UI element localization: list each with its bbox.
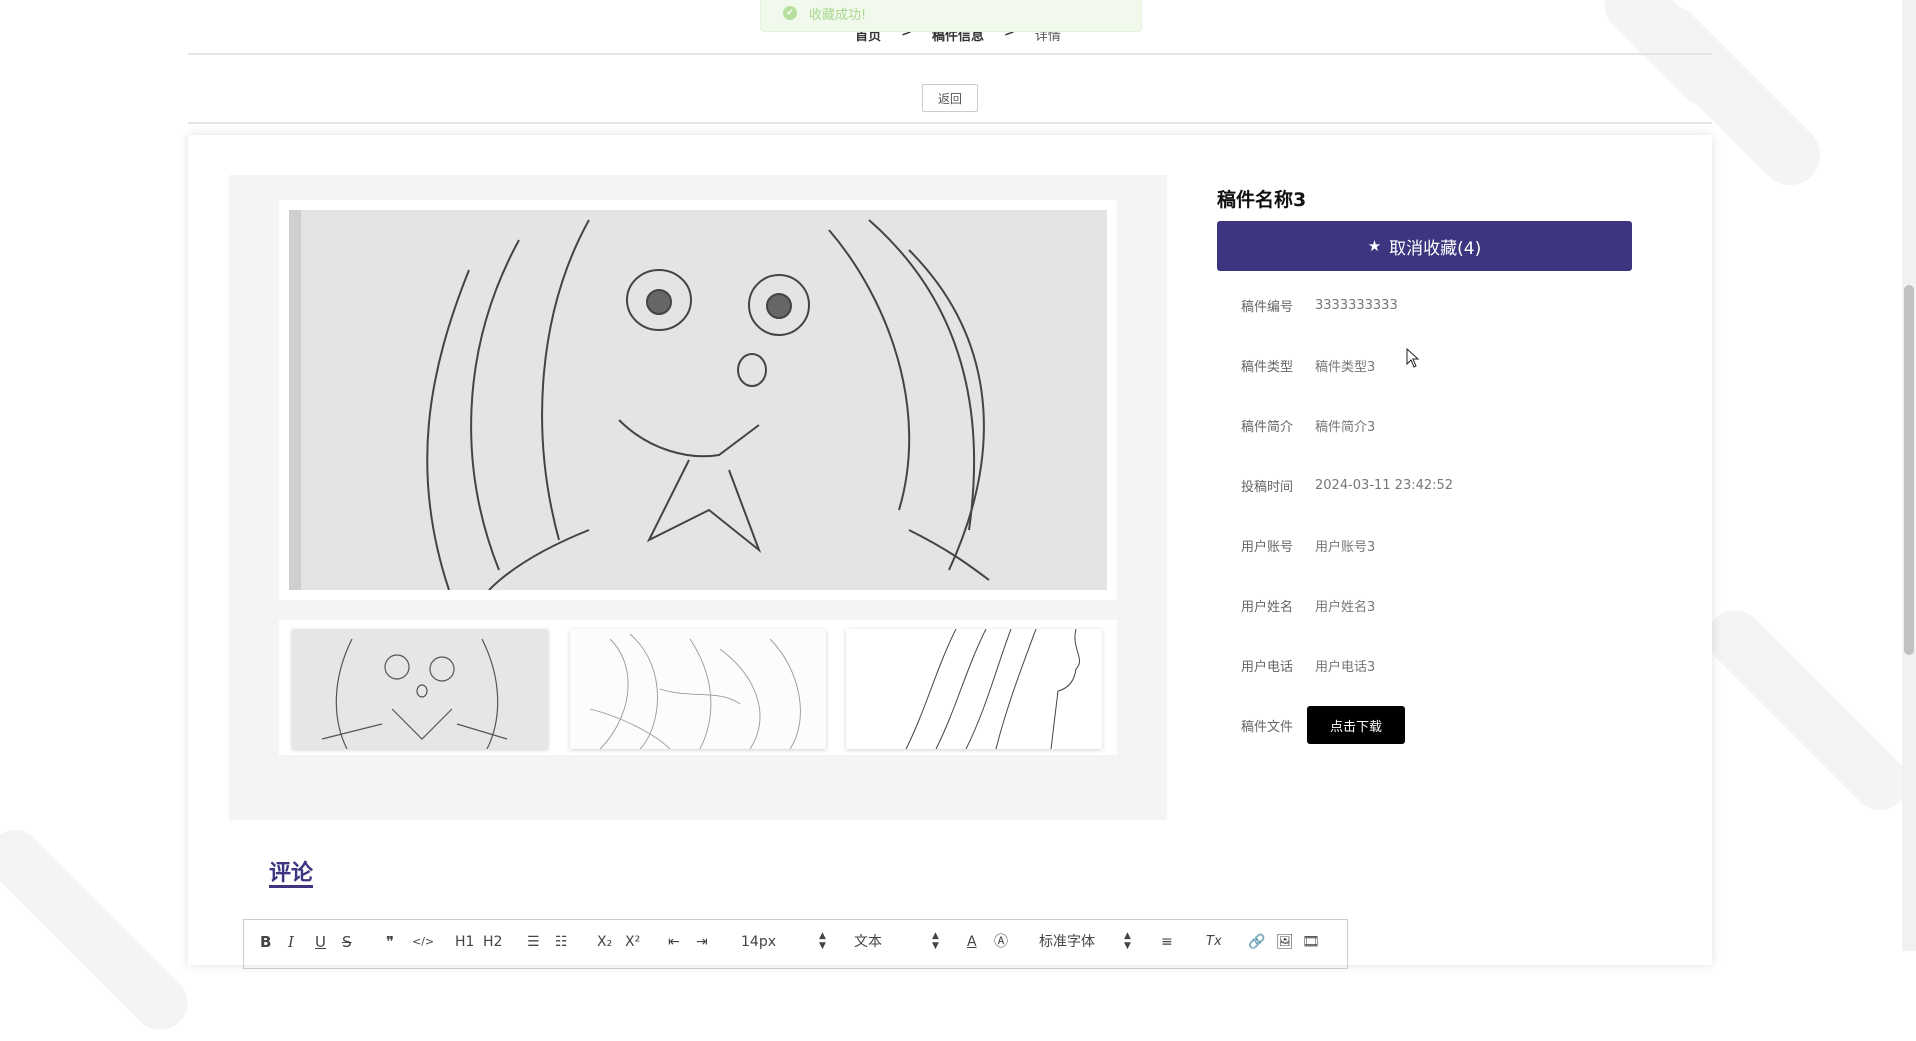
select-arrows-icon: ▲ ▼: [819, 931, 826, 951]
underline-button[interactable]: U: [315, 932, 326, 952]
download-button[interactable]: 点击下载: [1307, 706, 1405, 744]
background-stripe: [0, 818, 199, 1041]
unfavorite-label: 取消收藏(4): [1389, 238, 1482, 259]
detail-card: 稿件名称3 ★ 取消收藏(4) 稿件编号 3333333333 稿件类型 稿件类…: [188, 135, 1712, 969]
strikethrough-button[interactable]: S: [342, 932, 352, 952]
indent-icon[interactable]: ⇥: [696, 932, 708, 952]
heading-2-button[interactable]: H2: [483, 932, 502, 952]
field-label: 稿件文件: [1240, 719, 1293, 735]
italic-button[interactable]: I: [288, 932, 294, 952]
field-value: 2024-03-11 23:42:52: [1315, 477, 1454, 493]
font-family-select[interactable]: 标准字体 ▲ ▼: [1039, 931, 1134, 952]
field-row-id: 稿件编号 3333333333: [1217, 293, 1667, 317]
back-button[interactable]: 返回: [922, 84, 978, 112]
ordered-list-icon[interactable]: ☰: [527, 932, 540, 952]
page-scrollbar[interactable]: [1902, 0, 1916, 951]
field-label: 稿件简介: [1240, 419, 1293, 435]
field-label: 投稿时间: [1240, 479, 1293, 495]
thumbnail-2[interactable]: [570, 629, 826, 749]
thumbnail-3[interactable]: [846, 629, 1102, 749]
editor-toolbar: B I U S ❞ </> H1 H2 ☰ ☷ X₂ X² ⇤ ⇥ 14px ▲…: [243, 919, 1348, 969]
subscript-button[interactable]: X₂: [597, 932, 612, 952]
field-row-intro: 稿件简介 稿件简介3: [1217, 413, 1667, 437]
bullet-list-icon[interactable]: ☷: [555, 932, 568, 952]
font-size-value: 14px: [741, 934, 776, 950]
field-value: 用户电话3: [1315, 659, 1376, 675]
background-color-icon[interactable]: Ⓐ: [994, 932, 1008, 952]
field-value: 用户账号3: [1315, 539, 1376, 555]
heading-1-button[interactable]: H1: [455, 932, 474, 952]
success-toast: ✔ 收藏成功!: [760, 0, 1142, 32]
code-block-button[interactable]: </>: [412, 932, 434, 952]
field-label: 稿件编号: [1240, 299, 1293, 315]
link-icon[interactable]: 🔗: [1248, 932, 1265, 952]
field-row-file: 稿件文件 点击下载: [1217, 706, 1667, 744]
star-icon: ★: [1367, 237, 1382, 255]
align-icon[interactable]: ≡: [1161, 932, 1173, 952]
divider: [188, 53, 1712, 55]
field-label: 用户账号: [1240, 539, 1293, 555]
check-circle-icon: ✔: [783, 6, 797, 20]
field-label: 用户姓名: [1240, 599, 1293, 615]
field-value: 3333333333: [1315, 297, 1398, 313]
superscript-button[interactable]: X²: [625, 932, 640, 952]
comments-underline: [269, 885, 313, 888]
clear-format-button[interactable]: Tx: [1206, 932, 1222, 952]
unfavorite-button[interactable]: ★ 取消收藏(4): [1217, 221, 1632, 271]
thumbnail-1[interactable]: [292, 629, 548, 749]
select-arrows-icon: ▲ ▼: [932, 931, 939, 951]
select-arrows-icon: ▲ ▼: [1124, 931, 1131, 951]
video-icon[interactable]: 🎞: [1302, 932, 1320, 952]
text-type-value: 文本: [854, 934, 882, 950]
work-title: 稿件名称3: [1217, 189, 1307, 211]
bold-button[interactable]: B: [260, 932, 271, 952]
outdent-icon[interactable]: ⇤: [668, 932, 680, 952]
toast-message: 收藏成功!: [809, 7, 867, 23]
field-row-phone: 用户电话 用户电话3: [1217, 653, 1667, 677]
field-row-name: 用户姓名 用户姓名3: [1217, 593, 1667, 617]
field-value: 用户姓名3: [1315, 599, 1376, 615]
background-stripe: [1696, 598, 1916, 822]
field-value: 稿件类型3: [1315, 359, 1376, 375]
font-size-select[interactable]: 14px ▲ ▼: [741, 931, 829, 952]
main-image[interactable]: [289, 210, 1107, 590]
blockquote-button[interactable]: ❞: [386, 932, 394, 952]
scrollbar-thumb[interactable]: [1904, 285, 1914, 655]
comments-heading: 评论: [269, 861, 314, 886]
field-row-type: 稿件类型 稿件类型3: [1217, 353, 1667, 377]
field-row-account: 用户账号 用户账号3: [1217, 533, 1667, 557]
text-type-select[interactable]: 文本 ▲ ▼: [854, 931, 942, 952]
field-label: 用户电话: [1240, 659, 1293, 675]
field-label: 稿件类型: [1240, 359, 1293, 375]
font-color-icon[interactable]: A: [967, 932, 977, 952]
field-row-submit-time: 投稿时间 2024-03-11 23:42:52: [1217, 473, 1667, 497]
main-image-frame: [279, 200, 1117, 600]
divider: [188, 122, 1712, 124]
font-family-value: 标准字体: [1039, 934, 1095, 950]
thumbnail-strip: [279, 620, 1117, 755]
image-gallery: [229, 175, 1167, 820]
mouse-cursor-icon: [1406, 348, 1420, 368]
field-value: 稿件简介3: [1315, 419, 1376, 435]
image-icon[interactable]: 🖼: [1276, 932, 1294, 952]
